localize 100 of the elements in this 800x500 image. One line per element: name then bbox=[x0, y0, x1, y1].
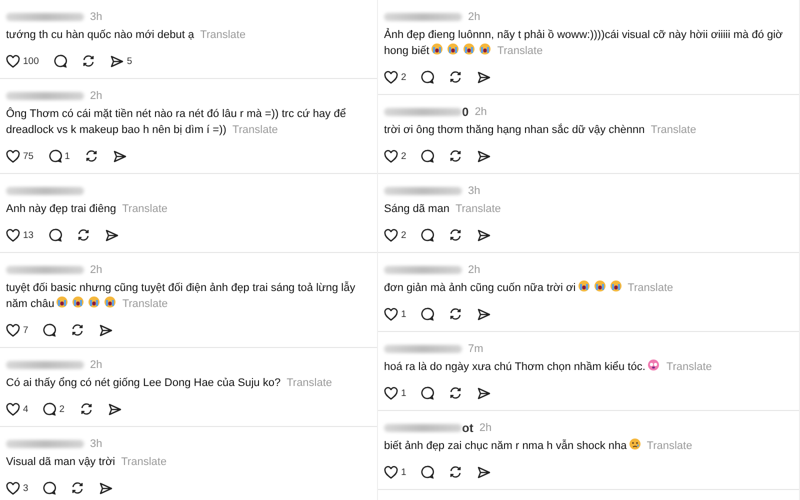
comment-text: trời ơi ông thơm thăng hạng nhan sắc dữ vậy chènnn Translate bbox=[384, 122, 698, 138]
repost-icon[interactable] bbox=[448, 386, 464, 400]
repost-icon[interactable] bbox=[84, 149, 99, 163]
like-count: 13 bbox=[23, 230, 34, 240]
translate-link[interactable]: Translate bbox=[121, 456, 167, 468]
timestamp: 2h bbox=[90, 264, 102, 276]
crying-face-icon bbox=[594, 280, 606, 292]
timestamp: 2h bbox=[479, 422, 492, 434]
translate-link[interactable]: Translate bbox=[646, 440, 692, 452]
send-icon[interactable] bbox=[108, 402, 122, 416]
translate-link[interactable]: Translate bbox=[122, 203, 168, 215]
heart-icon[interactable] bbox=[384, 466, 398, 478]
heart-icon[interactable] bbox=[6, 150, 20, 162]
repost-icon[interactable] bbox=[78, 402, 94, 416]
comment-icon[interactable] bbox=[52, 54, 67, 68]
timestamp: 3h bbox=[468, 184, 480, 196]
timestamp: 3h bbox=[90, 10, 102, 22]
timestamp: 3h bbox=[90, 438, 102, 450]
heart-icon[interactable] bbox=[384, 308, 398, 320]
timestamp: 7m bbox=[468, 342, 484, 354]
comment-icon[interactable] bbox=[420, 307, 434, 321]
timestamp: 2h bbox=[90, 358, 102, 370]
comment-icon[interactable] bbox=[42, 481, 56, 495]
send-icon[interactable] bbox=[110, 54, 124, 68]
repost-icon[interactable] bbox=[448, 149, 464, 163]
crying-face-icon bbox=[88, 296, 100, 308]
reply-count: 2 bbox=[59, 404, 65, 414]
heart-icon[interactable] bbox=[6, 402, 20, 416]
comment-text: Anh này đẹp trai điêng Translate bbox=[6, 202, 169, 217]
heart-icon[interactable] bbox=[384, 386, 398, 400]
crying-face-icon bbox=[479, 43, 492, 55]
like-count: 75 bbox=[23, 150, 34, 162]
comment-text: Sáng dã man Translate bbox=[384, 202, 502, 217]
like-count: 1 bbox=[401, 388, 406, 398]
crying-face-icon bbox=[447, 43, 460, 55]
timestamp: 2h bbox=[468, 10, 480, 22]
username-fragment: ot bbox=[462, 420, 474, 434]
comment-text: Ông Thơm có cái mặt tiền nét nào ra nét đó lâu r mà =)) trc cứ hay để dreadlock vs k makeup bao h nên bị dìm í =)) Translate bbox=[6, 106, 347, 138]
send-icon[interactable] bbox=[477, 386, 492, 400]
like-count: 2 bbox=[401, 230, 406, 240]
translate-link[interactable]: Translate bbox=[650, 124, 696, 136]
send-icon[interactable] bbox=[104, 228, 119, 242]
heart-icon[interactable] bbox=[384, 70, 398, 84]
translate-link[interactable]: Translate bbox=[122, 298, 168, 310]
comment-text: tướng th cu hàn quốc nào mới debut ạ Translate bbox=[6, 28, 247, 43]
send-icon[interactable] bbox=[477, 466, 492, 478]
repost-icon[interactable] bbox=[80, 54, 96, 68]
heart-icon[interactable] bbox=[384, 228, 398, 242]
comment-icon[interactable] bbox=[420, 465, 434, 479]
heart-icon[interactable] bbox=[6, 54, 20, 68]
send-icon[interactable] bbox=[477, 228, 492, 242]
share-count: 5 bbox=[126, 56, 132, 66]
send-icon[interactable] bbox=[112, 150, 127, 162]
comment-text: tuyệt đối basic nhưng cũng tuyệt đối điện ảnh đẹp trai sáng toả lừng lẫy năm châu Translate bbox=[6, 280, 356, 312]
comment-text: hoá ra là do ngày xưa chú Thơm chọn nhầm kiểu tóc. Translate bbox=[384, 359, 713, 375]
translate-link[interactable]: Translate bbox=[232, 124, 278, 136]
heart-icon[interactable] bbox=[6, 228, 20, 242]
username-fragment: 0 bbox=[462, 104, 469, 118]
comment-text: Visual dã man vậy trời Translate bbox=[6, 455, 168, 470]
repost-icon[interactable] bbox=[70, 481, 86, 495]
like-count: 1 bbox=[401, 466, 406, 478]
crying-face-icon bbox=[610, 280, 622, 292]
timestamp: 2h bbox=[468, 264, 480, 276]
repost-icon[interactable] bbox=[448, 307, 464, 321]
comment-icon[interactable] bbox=[420, 70, 434, 84]
like-count: 2 bbox=[401, 72, 406, 82]
crying-face-icon bbox=[578, 280, 590, 292]
heart-icon[interactable] bbox=[6, 324, 20, 336]
comment-icon[interactable] bbox=[420, 386, 434, 400]
send-icon[interactable] bbox=[477, 308, 492, 320]
translate-link[interactable]: Translate bbox=[200, 29, 246, 41]
comment-icon[interactable] bbox=[420, 149, 434, 163]
comment-icon[interactable] bbox=[420, 228, 434, 242]
send-icon[interactable] bbox=[99, 324, 114, 336]
comment-icon[interactable] bbox=[48, 149, 62, 163]
reply-count: 1 bbox=[64, 150, 70, 162]
translate-link[interactable]: Translate bbox=[497, 45, 543, 57]
translate-link[interactable]: Translate bbox=[455, 203, 501, 215]
timestamp: 2h bbox=[90, 90, 102, 102]
send-icon[interactable] bbox=[477, 70, 492, 84]
repost-icon[interactable] bbox=[76, 228, 91, 242]
repost-icon[interactable] bbox=[448, 70, 464, 84]
crying-face-icon bbox=[463, 43, 476, 55]
comment-icon[interactable] bbox=[42, 323, 56, 337]
repost-icon[interactable] bbox=[448, 465, 464, 479]
translate-link[interactable]: Translate bbox=[628, 282, 674, 294]
sad-face-icon bbox=[628, 438, 641, 450]
repost-icon[interactable] bbox=[70, 323, 86, 337]
translate-link[interactable]: Translate bbox=[286, 377, 332, 389]
comment-text: Ảnh đẹp đieng luônnn, nãy t phải ồ woww:))))cái visual cỡ này hờii ơiiiii mà đó giờ hong biết Translate bbox=[384, 27, 784, 59]
send-icon[interactable] bbox=[99, 482, 114, 494]
repost-icon[interactable] bbox=[448, 228, 464, 242]
comment-icon[interactable] bbox=[48, 228, 62, 242]
heart-icon[interactable] bbox=[384, 150, 398, 162]
dizzy-face-icon bbox=[647, 359, 660, 371]
send-icon[interactable] bbox=[477, 150, 492, 162]
comment-icon[interactable] bbox=[42, 402, 56, 416]
timestamp: 2h bbox=[474, 106, 487, 118]
translate-link[interactable]: Translate bbox=[666, 361, 712, 373]
heart-icon[interactable] bbox=[6, 482, 20, 494]
